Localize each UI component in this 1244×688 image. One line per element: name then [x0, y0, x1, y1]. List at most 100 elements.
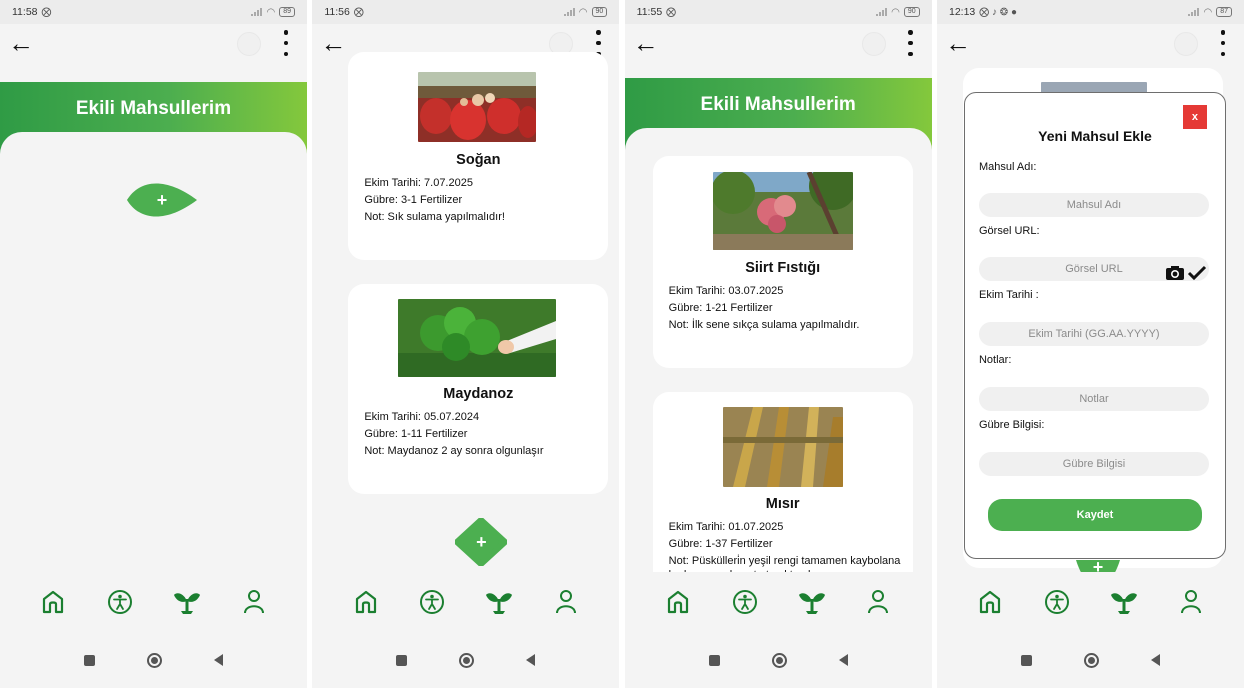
screenshot-strip: 11:58 ⨂ ◠ 89 ← Ekili Mahsullerim + 11:56… [0, 0, 1244, 688]
home-icon[interactable] [663, 587, 693, 617]
crop-note: Not: Sık sulama yapılmalıdır! [364, 211, 505, 223]
back-system-icon[interactable] [1150, 654, 1160, 666]
notes-input[interactable]: Notlar [978, 387, 1209, 411]
status-notification-icons: ⨂ [666, 6, 677, 18]
more-options-icon[interactable] [283, 30, 289, 56]
home-system-icon[interactable] [459, 652, 475, 668]
wifi-icon: ◠ [578, 6, 588, 18]
status-time: 11:58 [12, 6, 38, 18]
system-nav [936, 632, 1244, 688]
status-bar: 11:55 ⨂ ◠ 90 [624, 0, 932, 24]
dialog-title: Yeni Mahsul Ekle [1038, 128, 1152, 144]
crop-planted-date: Ekim Tarihi: 03.07.2025 [668, 285, 784, 297]
profile-icon[interactable] [551, 587, 581, 617]
system-nav [624, 632, 932, 688]
more-options-icon[interactable] [908, 30, 914, 56]
sprout-icon[interactable] [1109, 587, 1139, 617]
status-time: 12:13 [948, 6, 976, 18]
status-notification-icons: ⨂ [41, 6, 52, 18]
crop-fertilizer: Gübre: 1-37 Fertilizer [668, 538, 773, 550]
crop-fertilizer: Gübre: 1-21 Fertilizer [668, 302, 773, 314]
profile-icon[interactable] [239, 587, 269, 617]
profile-icon[interactable] [863, 587, 893, 617]
status-bar: 11:58 ⨂ ◠ 89 [0, 0, 307, 24]
phone-screen-empty: 11:58 ⨂ ◠ 89 ← Ekili Mahsullerim + [0, 0, 307, 688]
accessibility-icon[interactable] [417, 587, 447, 617]
back-arrow-icon[interactable]: ← [633, 30, 659, 56]
bottom-nav [936, 572, 1244, 632]
pistachio-tree-image [712, 172, 853, 250]
back-arrow-icon[interactable]: ← [945, 30, 971, 56]
close-button[interactable]: x [1182, 105, 1207, 129]
recents-icon[interactable] [1020, 654, 1032, 666]
status-bar: 12:13 ⨂ ♪ ❂ ● ◠ 87 [936, 0, 1244, 24]
planting-date-input[interactable]: Ekim Tarihi (GG.AA.YYYY) [978, 322, 1209, 346]
image-picker[interactable] [1165, 265, 1207, 281]
recents-icon[interactable] [396, 654, 408, 666]
page-title: Ekili Mahsullerim [75, 98, 232, 119]
signal-icon [563, 8, 575, 16]
sprout-icon[interactable] [797, 587, 827, 617]
onion-field-image [418, 72, 537, 142]
crop-fertilizer: Gübre: 1-11 Fertilizer [364, 428, 468, 440]
recents-icon[interactable] [84, 654, 95, 666]
save-button[interactable]: Kaydet [987, 499, 1202, 531]
home-icon[interactable] [38, 587, 68, 617]
status-notification-icons: ⨂ ♪ ❂ ● [979, 6, 1018, 18]
image-url-label: Görsel URL: [978, 225, 1040, 237]
back-system-icon[interactable] [838, 654, 848, 666]
sprout-icon[interactable] [172, 587, 202, 617]
back-system-icon[interactable] [526, 654, 536, 666]
back-arrow-icon[interactable]: ← [320, 30, 346, 56]
app-bar: ← [0, 24, 307, 64]
recents-icon[interactable] [708, 654, 720, 666]
signal-icon [876, 8, 888, 16]
crop-note: Not: İlk sene sıkça sulama yapılmalıdır. [668, 319, 860, 331]
notes-label: Notlar: [978, 354, 1012, 366]
status-time: 11:56 [324, 6, 350, 18]
crop-name-input[interactable]: Mahsul Adı [978, 193, 1209, 217]
bottom-nav [624, 572, 932, 632]
fertilizer-label: Gübre Bilgisi: [978, 419, 1045, 431]
home-icon[interactable] [975, 587, 1005, 617]
back-system-icon[interactable] [214, 654, 223, 666]
add-crop-button[interactable]: + [455, 518, 508, 566]
app-bar: ← [624, 24, 932, 64]
home-icon[interactable] [351, 587, 381, 617]
phone-screen-add-dialog: 12:13 ⨂ ♪ ❂ ● ◠ 87 ← + x Yeni Mahsul Ekl… [936, 0, 1244, 688]
battery-icon: 90 [591, 7, 608, 17]
system-nav [0, 632, 307, 688]
profile-icon[interactable] [1176, 587, 1206, 617]
crop-planted-date: Ekim Tarihi: 05.07.2024 [364, 411, 480, 423]
home-system-icon[interactable] [1083, 652, 1099, 668]
accessibility-icon[interactable] [1042, 587, 1072, 617]
more-options-icon[interactable] [1220, 30, 1226, 56]
add-crop-dialog: x Yeni Mahsul Ekle Mahsul Adı: Mahsul Ad… [963, 92, 1226, 559]
back-arrow-icon[interactable]: ← [8, 30, 34, 56]
crop-name-label: Mahsul Adı: [978, 161, 1037, 173]
planting-date-label: Ekim Tarihi : [978, 289, 1039, 301]
app-bar: ← [936, 24, 1244, 64]
add-label: + [476, 531, 487, 552]
crop-card[interactable]: Maydanoz Ekim Tarihi: 05.07.2024 Gübre: … [348, 284, 609, 494]
fertilizer-input[interactable]: Gübre Bilgisi [978, 452, 1209, 476]
signal-icon [251, 8, 263, 16]
crop-card[interactable]: Soğan Ekim Tarihi: 7.07.2025 Gübre: 3-1 … [348, 52, 609, 260]
camera-icon[interactable] [1165, 265, 1185, 281]
crop-planted-date: Ekim Tarihi: 01.07.2025 [668, 521, 784, 533]
bottom-nav [312, 572, 620, 632]
crop-card[interactable]: Siirt Fıstığı Ekim Tarihi: 03.07.2025 Gü… [652, 156, 913, 368]
home-system-icon[interactable] [771, 652, 787, 668]
crop-name: Mısır [765, 496, 800, 512]
add-crop-button[interactable]: + [125, 176, 199, 224]
battery-icon: 89 [279, 7, 295, 17]
phone-screen-list-scrolled: 11:56 ⨂ ◠ 90 ← Soğan Ekim Tarihi: 7.07.2… [312, 0, 620, 688]
wifi-icon: ◠ [1203, 6, 1213, 18]
sprout-icon[interactable] [484, 587, 514, 617]
accessibility-icon[interactable] [730, 587, 760, 617]
page-title: Ekili Mahsullerim [700, 94, 856, 115]
home-system-icon[interactable] [147, 652, 162, 668]
accessibility-icon[interactable] [105, 587, 135, 617]
parsley-image [398, 299, 557, 377]
checkmark-icon[interactable] [1187, 265, 1207, 281]
